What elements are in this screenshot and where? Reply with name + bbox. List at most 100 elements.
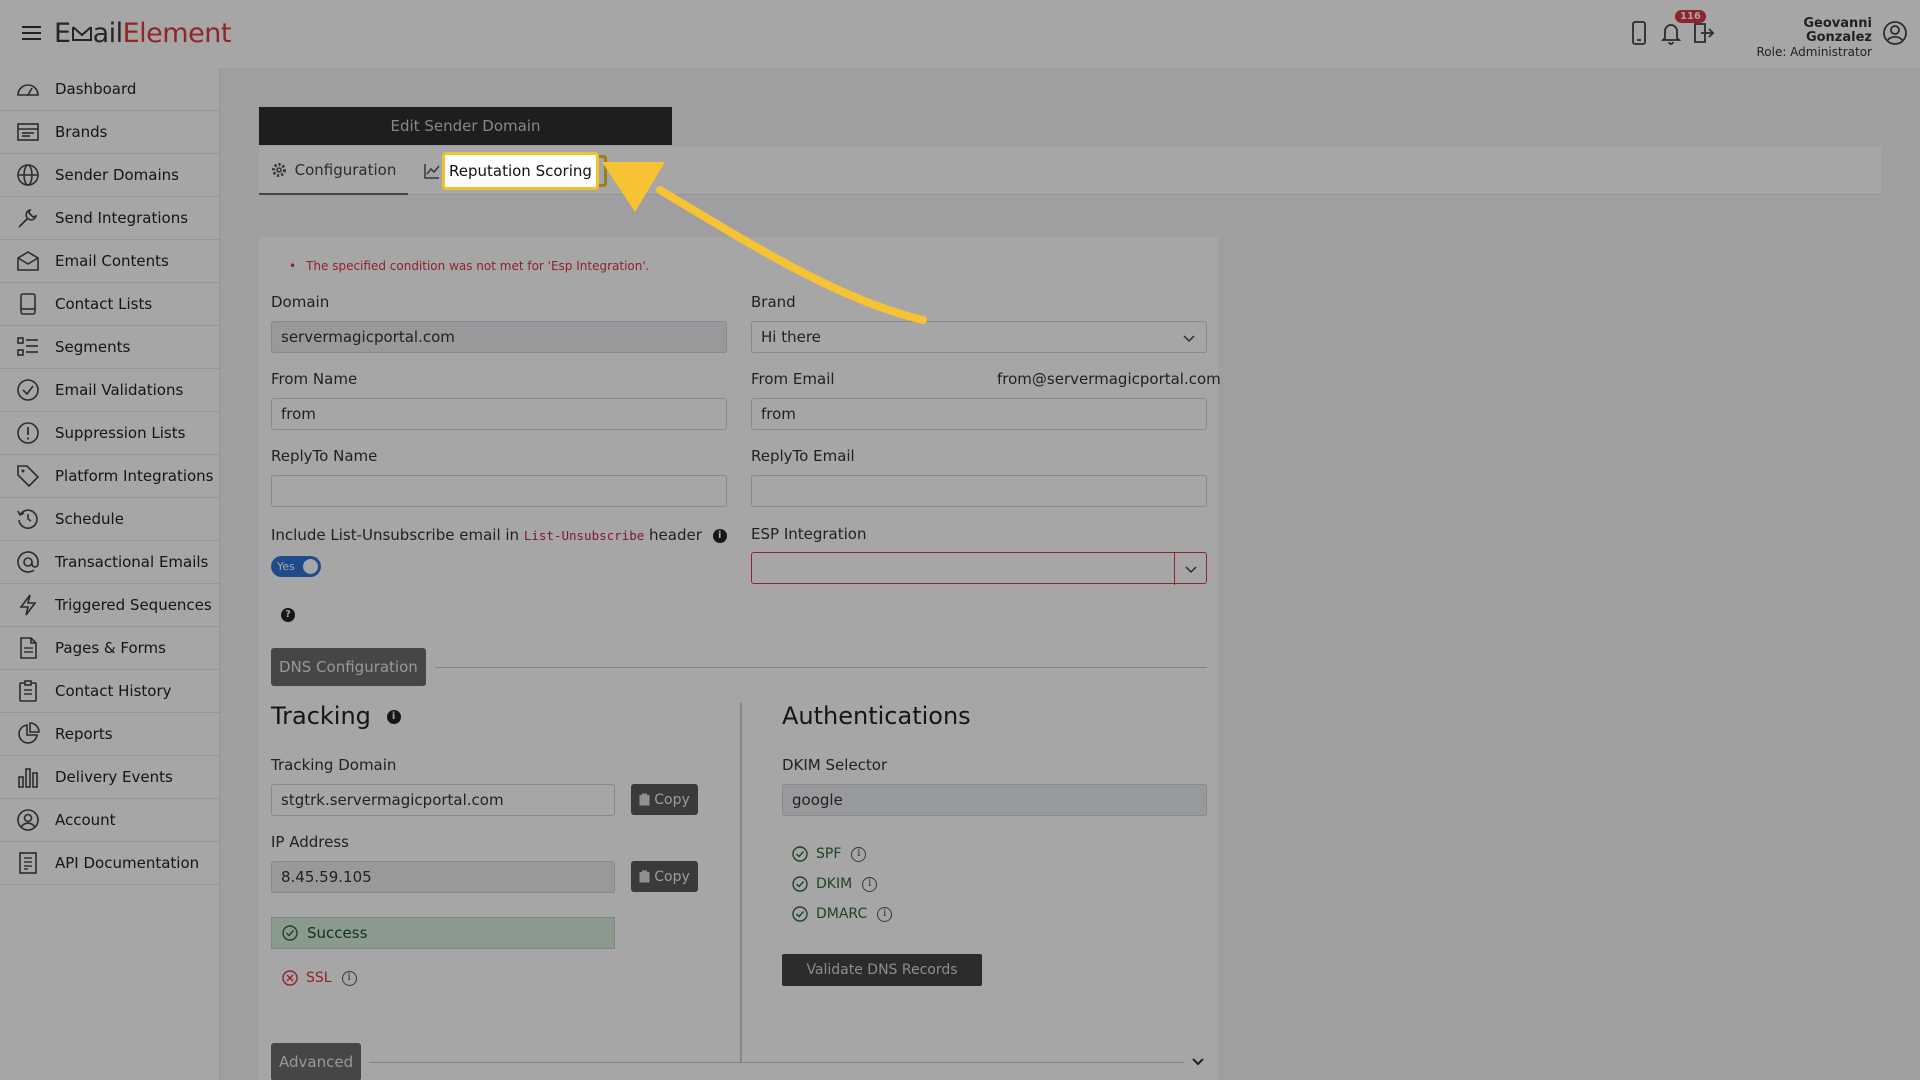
sidebar-item-brands[interactable]: Brands <box>0 111 219 154</box>
domain-label: Domain <box>271 293 330 311</box>
dkim-selector-input[interactable]: google <box>782 784 1207 816</box>
gear-icon <box>271 163 286 177</box>
brands-icon <box>17 123 39 141</box>
sidebar-item-send-integrations[interactable]: Send Integrations <box>0 197 219 240</box>
exclamation-circle-icon <box>17 422 39 444</box>
from-email-label: From Email <box>751 370 835 388</box>
dns-configuration-header[interactable]: DNS Configuration <box>271 648 426 686</box>
tab-configuration[interactable]: Configuration <box>259 147 408 195</box>
check-circle-icon <box>17 379 39 401</box>
from-name-label: From Name <box>271 370 358 388</box>
at-icon <box>17 551 39 573</box>
tracking-domain-label: Tracking Domain <box>271 756 397 774</box>
sidebar-item-contact-lists[interactable]: Contact Lists <box>0 283 219 326</box>
advanced-section-header[interactable]: Advanced <box>271 1043 362 1080</box>
chevron-down-icon[interactable] <box>1191 1055 1205 1069</box>
advanced-divider <box>369 1062 1184 1063</box>
check-circle-icon <box>792 846 808 862</box>
check-circle-icon <box>792 876 808 892</box>
sidebar-item-dashboard[interactable]: Dashboard <box>0 68 219 111</box>
document-icon <box>19 852 37 874</box>
list-unsubscribe-label: Include List-Unsubscribe email in List-U… <box>271 526 727 544</box>
sidebar-item-sender-domains[interactable]: Sender Domains <box>0 154 219 197</box>
segments-icon <box>17 337 38 356</box>
check-circle-icon <box>792 906 808 922</box>
check-circle-icon <box>282 925 298 941</box>
tracking-info-icon[interactable]: i <box>386 710 401 724</box>
replyto-name-input[interactable] <box>271 475 727 507</box>
sender-domain-form: The specified condition was not met for … <box>259 237 1221 1080</box>
app-logo[interactable]: EailElement <box>54 18 231 49</box>
bar-chart-icon <box>18 768 38 788</box>
ssl-status: SSL i <box>282 970 357 986</box>
authentications-title: Authentications <box>782 702 971 730</box>
replyto-name-label: ReplyTo Name <box>271 447 378 465</box>
pie-chart-icon <box>18 722 40 744</box>
spf-status: SPF i <box>792 846 867 862</box>
user-role: Role: Administrator <box>1756 45 1872 59</box>
dns-divider <box>435 667 1207 668</box>
dmarc-status: DMARC i <box>792 906 893 922</box>
copy-tracking-domain-button[interactable]: Copy <box>631 784 698 815</box>
sidebar-item-triggered-sequences[interactable]: Triggered Sequences <box>0 584 219 627</box>
user-info[interactable]: Geovanni Gonzalez Role: Administrator <box>1742 16 1872 60</box>
logout-icon[interactable] <box>1691 20 1715 46</box>
help-icon[interactable]: ? <box>281 608 295 622</box>
sidebar: Dashboard Brands Sender Domains Send Int… <box>0 68 220 1080</box>
sidebar-item-platform-integrations[interactable]: Platform Integrations <box>0 455 219 498</box>
sidebar-item-api-documentation[interactable]: API Documentation <box>0 842 219 885</box>
from-name-input[interactable]: from <box>271 398 727 430</box>
tag-icon <box>17 465 40 488</box>
chevron-down-icon <box>1185 566 1197 574</box>
bell-icon[interactable] <box>1659 20 1683 46</box>
sidebar-item-delivery-events[interactable]: Delivery Events <box>0 756 219 799</box>
replyto-email-input[interactable] <box>751 475 1207 507</box>
copy-ip-address-button[interactable]: Copy <box>631 861 698 892</box>
replyto-email-label: ReplyTo Email <box>751 447 855 465</box>
sidebar-item-email-contents[interactable]: Email Contents <box>0 240 219 283</box>
tracking-domain-input[interactable]: stgtrk.servermagicportal.com <box>271 784 615 816</box>
dns-column-divider <box>740 703 742 1063</box>
info-icon[interactable]: i <box>712 528 727 543</box>
lightning-icon <box>19 594 37 616</box>
clipboard-copy-icon <box>639 870 650 883</box>
validate-dns-records-button[interactable]: Validate DNS Records <box>782 954 982 986</box>
clock-icon <box>17 509 38 529</box>
dkim-info-icon[interactable]: i <box>862 876 878 892</box>
sidebar-item-segments[interactable]: Segments <box>0 326 219 369</box>
logo-envelope-icon <box>71 26 92 41</box>
line-chart-icon <box>424 164 440 179</box>
clipboard-copy-icon <box>639 793 650 806</box>
highlighted-reputation-tab[interactable]: Reputation Scoring <box>442 152 599 190</box>
x-circle-icon <box>282 970 298 986</box>
ip-address-input[interactable]: 8.45.59.105 <box>271 861 615 893</box>
book-icon <box>20 293 36 315</box>
hamburger-menu-icon[interactable] <box>22 23 41 43</box>
esp-integration-caret[interactable] <box>1174 553 1206 585</box>
sidebar-item-email-validations[interactable]: Email Validations <box>0 369 219 412</box>
user-avatar-icon[interactable] <box>1882 20 1908 46</box>
mobile-icon[interactable] <box>1627 20 1651 46</box>
wrench-icon <box>18 208 38 228</box>
dashboard-icon <box>17 84 39 96</box>
card-title: Edit Sender Domain <box>259 107 672 145</box>
sidebar-item-reports[interactable]: Reports <box>0 713 219 756</box>
ssl-info-icon[interactable]: i <box>341 970 357 986</box>
esp-integration-select[interactable] <box>751 552 1207 585</box>
sidebar-item-schedule[interactable]: Schedule <box>0 498 219 541</box>
tracking-title: Tracking i <box>271 702 401 730</box>
user-name: Geovanni Gonzalez <box>1803 16 1872 45</box>
sidebar-item-contact-history[interactable]: Contact History <box>0 670 219 713</box>
from-email-input[interactable]: from <box>751 398 1207 430</box>
clipboard-icon <box>19 680 37 702</box>
dmarc-info-icon[interactable]: i <box>877 906 893 922</box>
tracking-status-success: Success <box>271 917 615 949</box>
globe-icon <box>17 164 39 186</box>
sidebar-item-account[interactable]: Account <box>0 799 219 842</box>
sidebar-item-pages-forms[interactable]: Pages & Forms <box>0 627 219 670</box>
list-unsubscribe-toggle[interactable]: Yes <box>271 556 321 577</box>
sidebar-item-suppression-lists[interactable]: Suppression Lists <box>0 412 219 455</box>
spf-info-icon[interactable]: i <box>851 846 867 862</box>
dkim-selector-label: DKIM Selector <box>782 756 888 774</box>
sidebar-item-transactional-emails[interactable]: Transactional Emails <box>0 541 219 584</box>
